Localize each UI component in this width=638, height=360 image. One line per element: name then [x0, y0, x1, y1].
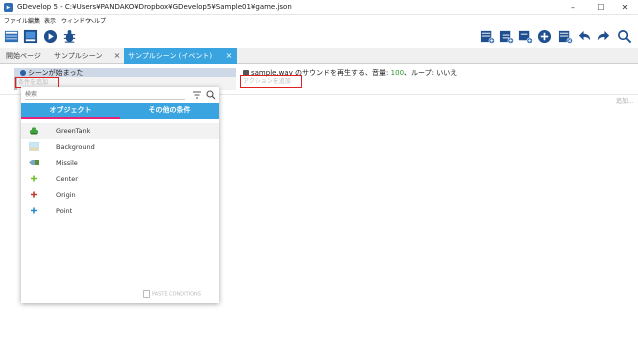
scene-editor-icon[interactable]	[23, 29, 38, 44]
close-window-button[interactable]: ✕	[612, 0, 638, 15]
action-volume-value: 100	[390, 69, 405, 77]
object-label: Point	[56, 207, 73, 215]
clipboard-icon	[143, 290, 150, 298]
object-label: Origin	[56, 191, 76, 199]
title-bar: GDevelop 5 - C:¥Users¥PANDAKO¥Dropbox¥GD…	[0, 0, 638, 15]
tab-sample-scene[interactable]: サンプルシーン	[50, 48, 106, 64]
close-tab-icon[interactable]: ×	[112, 48, 122, 64]
redo-icon[interactable]	[596, 29, 611, 44]
tab-other-conditions[interactable]: その他の条件	[120, 103, 219, 119]
add-sub-event-icon[interactable]	[499, 29, 514, 44]
menu-window[interactable]: ウィンドウ	[61, 16, 91, 25]
scene-start-icon	[20, 70, 26, 76]
debugger-bug-icon[interactable]	[62, 29, 77, 44]
list-item-background[interactable]: Background	[21, 139, 219, 155]
search-toolbar-icon[interactable]	[617, 29, 632, 44]
list-item-greentank[interactable]: GreenTank	[21, 123, 219, 139]
maximize-button[interactable]: ☐	[588, 0, 614, 15]
add-event-icon[interactable]	[480, 29, 495, 44]
add-more-icon[interactable]	[537, 29, 552, 44]
gdevelop-logo-icon	[4, 3, 13, 12]
delete-event-icon[interactable]	[558, 29, 573, 44]
action-text-suffix: 、ループ: いいえ	[404, 69, 458, 77]
editor-tabs: 開始ページ サンプルシーン × サンプルシーン (イベント) ×	[0, 48, 638, 64]
add-action-button[interactable]: アクションを追加	[240, 75, 302, 88]
tank-icon	[30, 127, 38, 135]
minimize-button[interactable]: –	[560, 0, 586, 15]
list-item-missile[interactable]: Missile	[21, 155, 219, 171]
menu-view[interactable]: 表示	[44, 16, 56, 25]
menu-help[interactable]: ヘルプ	[88, 16, 106, 25]
missile-icon	[29, 160, 39, 165]
close-active-tab-icon[interactable]: ×	[224, 48, 234, 64]
point-icon	[31, 207, 37, 214]
project-manager-icon[interactable]	[4, 29, 19, 44]
object-label: Background	[56, 143, 95, 151]
paste-conditions-label: PASTE CONDITIONS	[152, 291, 201, 298]
filter-icon[interactable]	[192, 90, 202, 100]
paste-conditions-button[interactable]: PASTE CONDITIONS	[143, 290, 201, 298]
list-item-point[interactable]: Point	[21, 203, 219, 219]
menu-file[interactable]: ファイル	[4, 16, 28, 25]
tab-sample-scene-events[interactable]: サンプルシーン (イベント)	[124, 48, 237, 64]
list-item-origin[interactable]: Origin	[21, 187, 219, 203]
menu-bar: ファイル 編集 表示 ウィンドウ ヘルプ	[0, 15, 638, 26]
object-label: GreenTank	[56, 127, 91, 135]
condition-chooser-popup: オブジェクト その他の条件 GreenTank Background Mis	[21, 87, 219, 303]
toolbar	[0, 26, 638, 47]
popup-search-row	[21, 87, 219, 103]
menu-edit[interactable]: 編集	[28, 16, 40, 25]
point-icon	[31, 175, 37, 182]
add-event-link[interactable]: 追加...	[616, 96, 634, 105]
active-tab-indicator	[21, 117, 120, 119]
object-label: Center	[56, 175, 78, 183]
window-title: GDevelop 5 - C:¥Users¥PANDAKO¥Dropbox¥GD…	[17, 3, 292, 11]
list-item-center[interactable]: Center	[21, 171, 219, 187]
image-icon	[29, 142, 39, 151]
point-icon	[31, 191, 37, 198]
add-comment-icon[interactable]	[518, 29, 533, 44]
tab-start-page[interactable]: 開始ページ	[2, 48, 45, 64]
search-icon[interactable]	[206, 90, 216, 100]
condition-label: シーンが始まった	[28, 69, 84, 77]
preview-play-icon[interactable]	[43, 29, 58, 44]
popup-search-input[interactable]	[25, 89, 185, 100]
object-label: Missile	[56, 159, 78, 167]
undo-icon[interactable]	[577, 29, 592, 44]
